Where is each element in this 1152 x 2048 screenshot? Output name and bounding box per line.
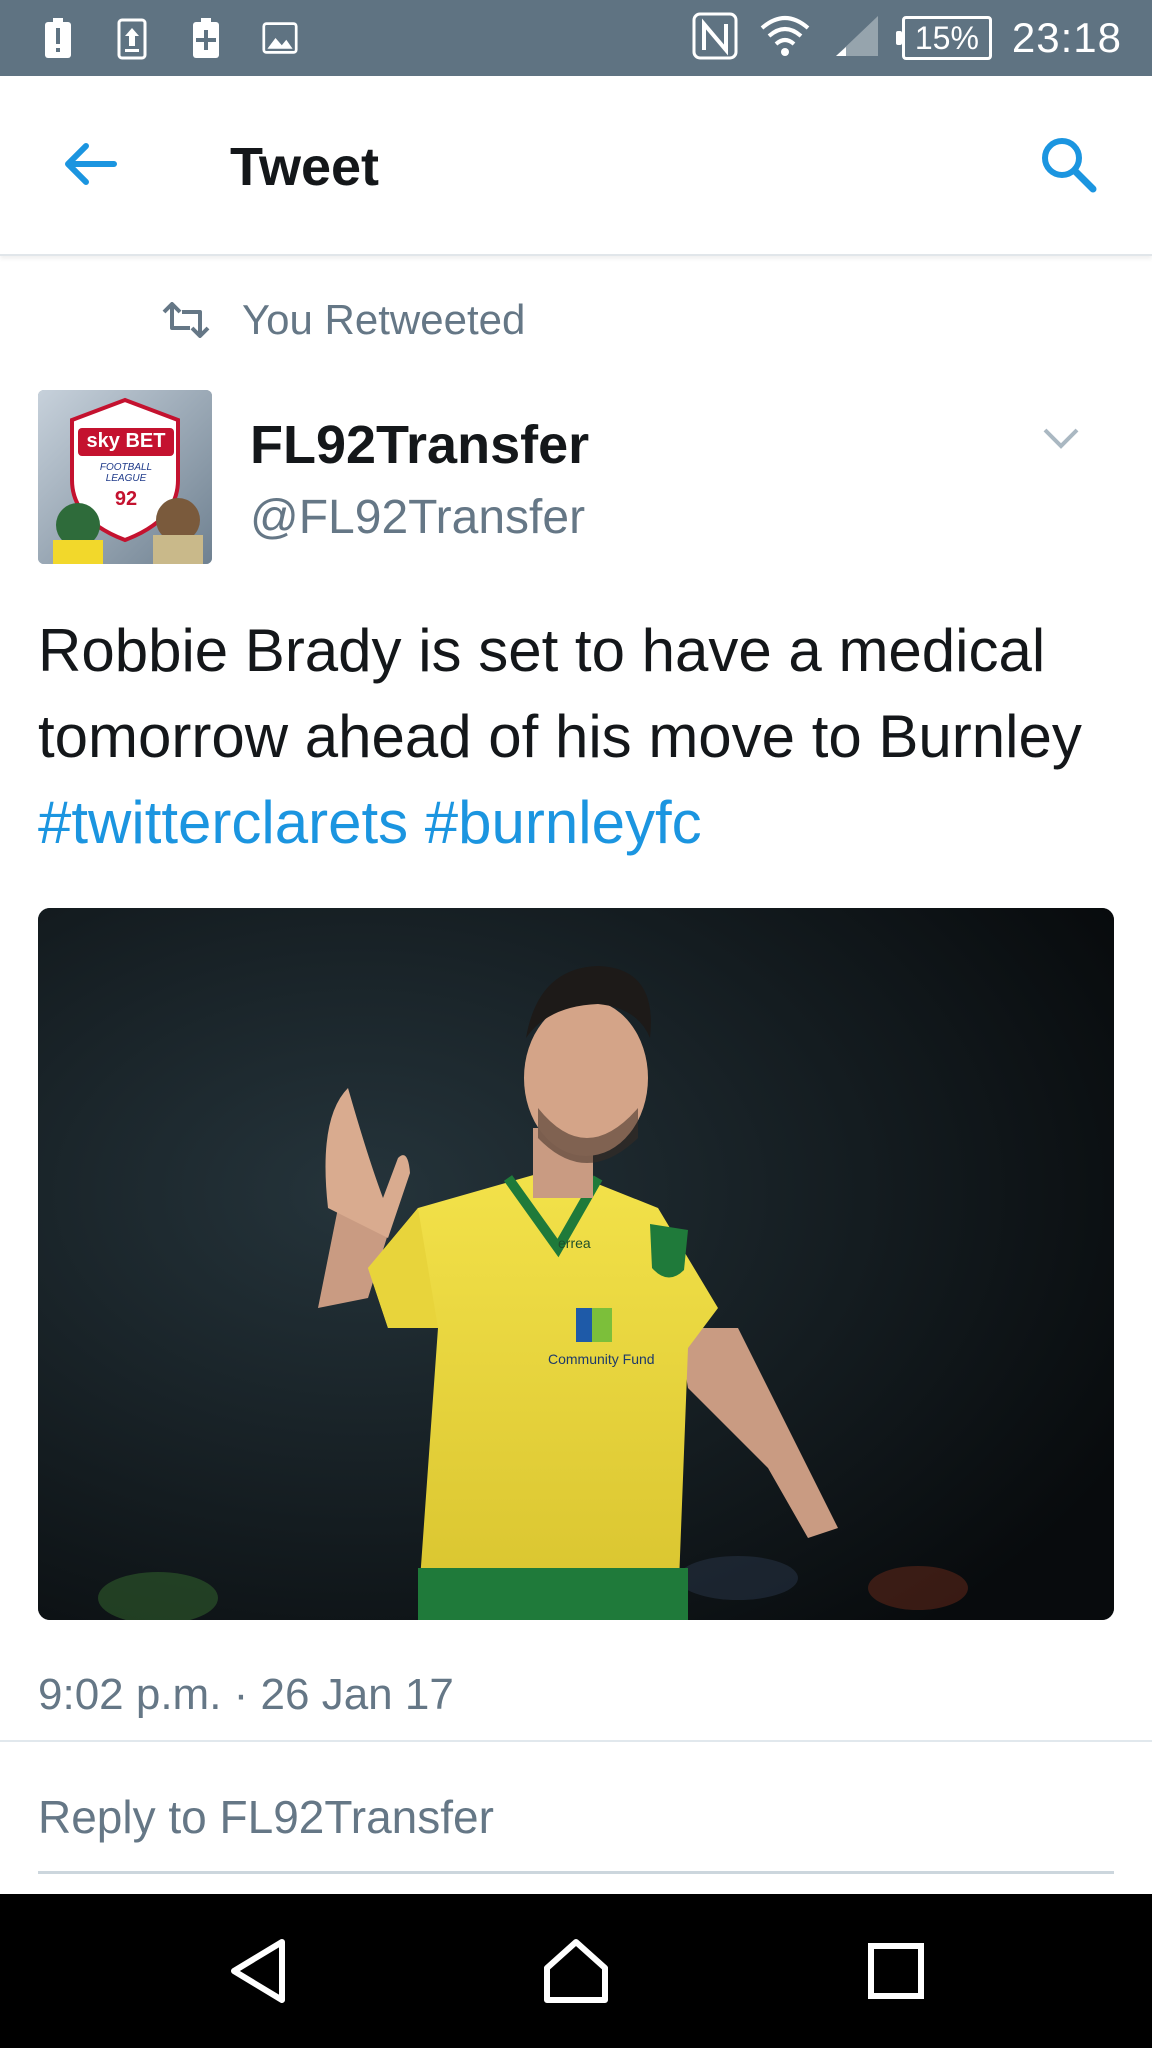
tweet-media-image[interactable]: errea Community Fund (38, 908, 1114, 1620)
reply-placeholder: Reply to FL92Transfer (38, 1791, 494, 1843)
retweet-context: You Retweeted (160, 296, 525, 344)
signal-icon (832, 14, 882, 63)
avatar-subtext: FOOTBALL LEAGUE (99, 462, 153, 484)
retweet-icon (162, 302, 210, 338)
nav-recents-button[interactable] (856, 1936, 936, 2006)
recents-icon (868, 1943, 924, 1999)
notification-icons (40, 14, 298, 62)
battery-saver-icon (188, 14, 224, 62)
author-handle[interactable]: @FL92Transfer (250, 490, 585, 545)
status-time: 23:18 (1011, 14, 1122, 61)
footballer-photo: errea Community Fund (38, 908, 1114, 1620)
retweet-label: You Retweeted (242, 296, 526, 343)
status-bar: 15% 23:18 (0, 0, 1152, 76)
back-button[interactable] (58, 132, 122, 196)
avatar[interactable]: sky BET FOOTBALL LEAGUE 92 (38, 390, 212, 564)
avatar-brand: sky BET (86, 430, 166, 452)
alert-icon (40, 14, 76, 62)
battery-icon: 15% (895, 16, 992, 60)
author-name[interactable]: FL92Transfer (250, 414, 589, 476)
nav-home-button[interactable] (536, 1936, 616, 2006)
tweet-text: Robbie Brady is set to have a medical to… (38, 608, 1118, 866)
app-bar: Tweet (0, 76, 1152, 256)
tweet-menu-button[interactable] (1036, 418, 1086, 458)
tweet-timestamp: 9:02 p.m. · 26 Jan 17 (38, 1670, 454, 1719)
chevron-down-icon (1043, 428, 1079, 449)
system-indicators: 15% 23:18 (692, 10, 1122, 66)
hashtag-twitterclarets[interactable]: #twitterclarets (38, 789, 408, 856)
system-nav-bar (0, 1894, 1152, 2048)
page-title: Tweet (230, 137, 380, 197)
nfc-icon (692, 12, 738, 65)
upload-icon (114, 14, 150, 62)
search-icon (1042, 138, 1097, 193)
reply-input[interactable]: Reply to FL92Transfer (38, 1790, 1114, 1874)
home-icon (544, 1939, 608, 2003)
battery-percent: 15% (914, 19, 979, 56)
wifi-icon (758, 14, 812, 63)
nav-back-button[interactable] (218, 1936, 298, 2006)
back-arrow-icon (65, 143, 117, 185)
tweet-body: Robbie Brady is set to have a medical to… (38, 617, 1082, 770)
kit-sponsor-text: errea (558, 1235, 591, 1251)
search-button[interactable] (1036, 132, 1100, 196)
divider (0, 1740, 1152, 1742)
hashtag-burnleyfc[interactable]: #burnleyfc (425, 789, 702, 856)
shirt-text: Community Fund (548, 1351, 655, 1367)
back-triangle-icon (231, 1939, 285, 2003)
avatar-number: 92 (114, 488, 138, 510)
gallery-icon (262, 14, 298, 62)
